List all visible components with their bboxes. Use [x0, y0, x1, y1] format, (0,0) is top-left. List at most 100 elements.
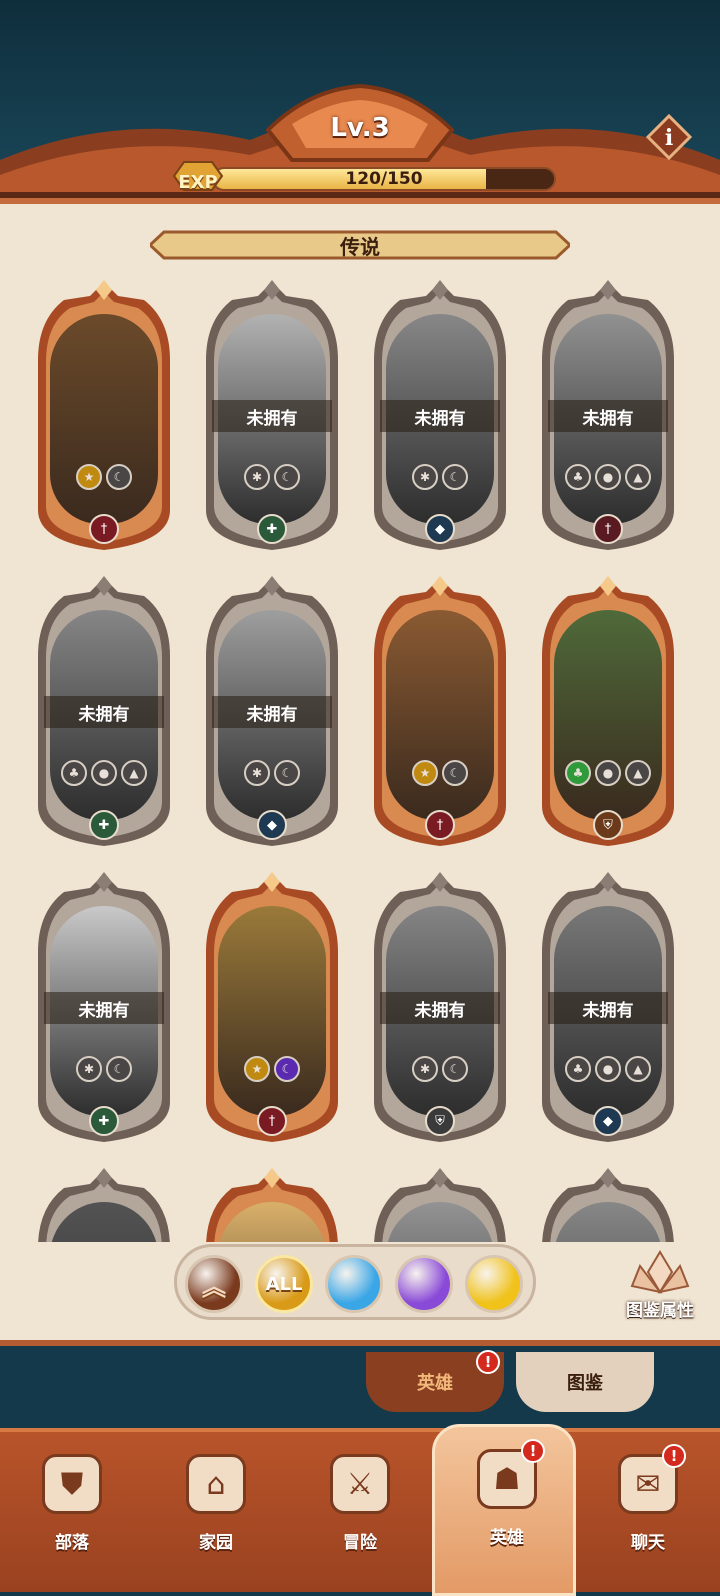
shield-class-icon: ⛨ [593, 810, 623, 840]
hero-card[interactable]: 未拥有 ✱ ☾ ◆ [202, 576, 342, 856]
fire-badge-icon: ▲ [121, 760, 147, 786]
leaf-badge-icon: ♣ [565, 1056, 591, 1082]
element-badge-row: ★ ☾ [34, 464, 174, 492]
filter-collapse-button[interactable]: ︽ [185, 1255, 243, 1313]
not-owned-label: 未拥有 [548, 992, 668, 1024]
filter-purple-button[interactable] [395, 1255, 453, 1313]
level-label: Lv.3 [330, 113, 390, 143]
hero-card[interactable] [538, 1168, 678, 1242]
star-badge-icon: ★ [244, 1056, 270, 1082]
star-badge-icon: ★ [76, 464, 102, 490]
snow-badge-icon: ✱ [76, 1056, 102, 1082]
filter-all-button[interactable]: ALL [255, 1255, 313, 1313]
hero-card[interactable]: ★ ☾ † [370, 576, 510, 856]
element-badge-row: ✱ ☾ [34, 1056, 174, 1084]
hero-grid: ★ ☾ † 未拥有 ✱ ☾ ✚ 未拥有 ✱ ☾ ◆ 未拥有 ♣ ● ▲ † 未拥有 ♣ ● ▲ ✚ 未拥有 ✱ ☾ ◆ ★ ☾ † ♣ ●… [0, 204, 720, 1242]
leaf-badge-icon: ♣ [61, 760, 87, 786]
subtab-collection[interactable]: 图鉴 [516, 1352, 654, 1412]
snow-badge-icon: ✱ [244, 760, 270, 786]
svg-text:i: i [665, 125, 673, 151]
filter-blue-button[interactable] [325, 1255, 383, 1313]
hero-card[interactable]: 未拥有 ♣ ● ▲ † [538, 280, 678, 560]
snow-badge-icon: ✱ [412, 464, 438, 490]
nav-label: 家园 [199, 1533, 233, 1553]
element-badge-row: ✱ ☾ [202, 464, 342, 492]
collection-attributes-button[interactable]: 图鉴属性 [612, 1248, 708, 1328]
hero-card[interactable]: ♣ ● ▲ ⛨ [538, 576, 678, 856]
alert-badge: ! [662, 1444, 686, 1468]
moon-badge-icon: ☾ [106, 1056, 132, 1082]
not-owned-label: 未拥有 [44, 696, 164, 728]
subtab-heroes-label: 英雄 [417, 1373, 453, 1394]
not-owned-label: 未拥有 [380, 400, 500, 432]
nav-item-2[interactable]: ⚔ 冒险 [288, 1432, 432, 1596]
hero-card[interactable]: 未拥有 ♣ ● ▲ ◆ [538, 872, 678, 1152]
rarity-filter-bar: ︽ ALL [174, 1244, 536, 1320]
nav-item-1[interactable]: ⌂ 家园 [144, 1432, 288, 1596]
nav-label: 部落 [55, 1533, 89, 1553]
magic-class-icon: ◆ [593, 1106, 623, 1136]
crossed-swords-icon: ⚔ [330, 1454, 390, 1514]
hero-card[interactable]: 未拥有 ✱ ☾ ✚ [202, 280, 342, 560]
fire-badge-icon: ▲ [625, 760, 651, 786]
snow-badge-icon: ✱ [244, 464, 270, 490]
fire-badge-icon: ▲ [625, 464, 651, 490]
exp-value: 120/150 [345, 169, 423, 189]
heal-class-icon: ✚ [89, 1106, 119, 1136]
alert-badge: ! [521, 1439, 545, 1463]
nav-label: 聊天 [631, 1533, 665, 1553]
sword-class-icon: † [257, 1106, 287, 1136]
drop-badge-icon: ● [91, 760, 117, 786]
hero-collection-panel: 传说 ★ ☾ † 未拥有 ✱ ☾ ✚ 未拥有 ✱ ☾ ◆ 未拥有 ♣ ● ▲ † 未拥有 ♣ ● ▲ ✚ 未拥有 ✱ ☾ ◆ ★ ☾… [0, 198, 720, 1346]
leaf-badge-icon: ♣ [565, 464, 591, 490]
info-button[interactable]: i [645, 113, 693, 161]
bottom-navigation: ⛊ 部落 ⌂ 家园 ⚔ 冒险 ☗ 英雄! ✉ 聊天! [0, 1424, 720, 1596]
hero-card[interactable] [370, 1168, 510, 1242]
subtab-collection-label: 图鉴 [567, 1373, 603, 1394]
hero-portrait [386, 610, 494, 820]
moon-badge-icon: ☾ [274, 1056, 300, 1082]
magic-class-icon: ◆ [425, 514, 455, 544]
sword-class-icon: † [593, 514, 623, 544]
element-badge-row: ✱ ☾ [370, 1056, 510, 1084]
snow-badge-icon: ✱ [412, 1056, 438, 1082]
tribe-banner-icon: ⛊ [42, 1454, 102, 1514]
not-owned-label: 未拥有 [212, 696, 332, 728]
nav-item-3[interactable]: ☗ 英雄! [432, 1424, 576, 1596]
moon-badge-icon: ☾ [442, 1056, 468, 1082]
hero-card[interactable]: ★ ☾ † [202, 872, 342, 1152]
moon-badge-icon: ☾ [274, 464, 300, 490]
hero-card[interactable] [202, 1168, 342, 1242]
moon-badge-icon: ☾ [106, 464, 132, 490]
magic-class-icon: ◆ [257, 810, 287, 840]
gold-gem-icon [468, 1258, 520, 1310]
subtab-heroes[interactable]: 英雄 ! [366, 1350, 504, 1412]
element-badge-row: ✱ ☾ [370, 464, 510, 492]
blue-gem-icon [328, 1258, 380, 1310]
exp-badge-label: EXP [178, 171, 218, 193]
hero-card[interactable] [34, 1168, 174, 1242]
nav-label: 冒险 [343, 1533, 377, 1553]
heal-class-icon: ✚ [89, 810, 119, 840]
alert-badge: ! [476, 1350, 500, 1374]
fire-badge-icon: ▲ [625, 1056, 651, 1082]
moon-badge-icon: ☾ [442, 760, 468, 786]
hero-card[interactable]: 未拥有 ✱ ☾ ✚ [34, 872, 174, 1152]
sword-class-icon: † [425, 810, 455, 840]
hero-card[interactable]: ★ ☾ † [34, 280, 174, 560]
nav-item-0[interactable]: ⛊ 部落 [0, 1432, 144, 1596]
element-badge-row: ♣ ● ▲ [538, 1056, 678, 1084]
filter-gold-button[interactable] [465, 1255, 523, 1313]
hero-card[interactable]: 未拥有 ✱ ☾ ◆ [370, 280, 510, 560]
nav-label: 英雄 [490, 1528, 524, 1548]
drop-badge-icon: ● [595, 1056, 621, 1082]
hero-card[interactable]: 未拥有 ✱ ☾ ⛨ [370, 872, 510, 1152]
sword-class-icon: † [89, 514, 119, 544]
hero-card[interactable]: 未拥有 ♣ ● ▲ ✚ [34, 576, 174, 856]
element-badge-row: ✱ ☾ [202, 760, 342, 788]
nav-item-4[interactable]: ✉ 聊天! [576, 1432, 720, 1596]
not-owned-label: 未拥有 [212, 400, 332, 432]
hero-portrait [50, 314, 158, 524]
chevron-up-double-icon: ︽ [202, 1272, 226, 1301]
hero-portrait [554, 610, 662, 820]
